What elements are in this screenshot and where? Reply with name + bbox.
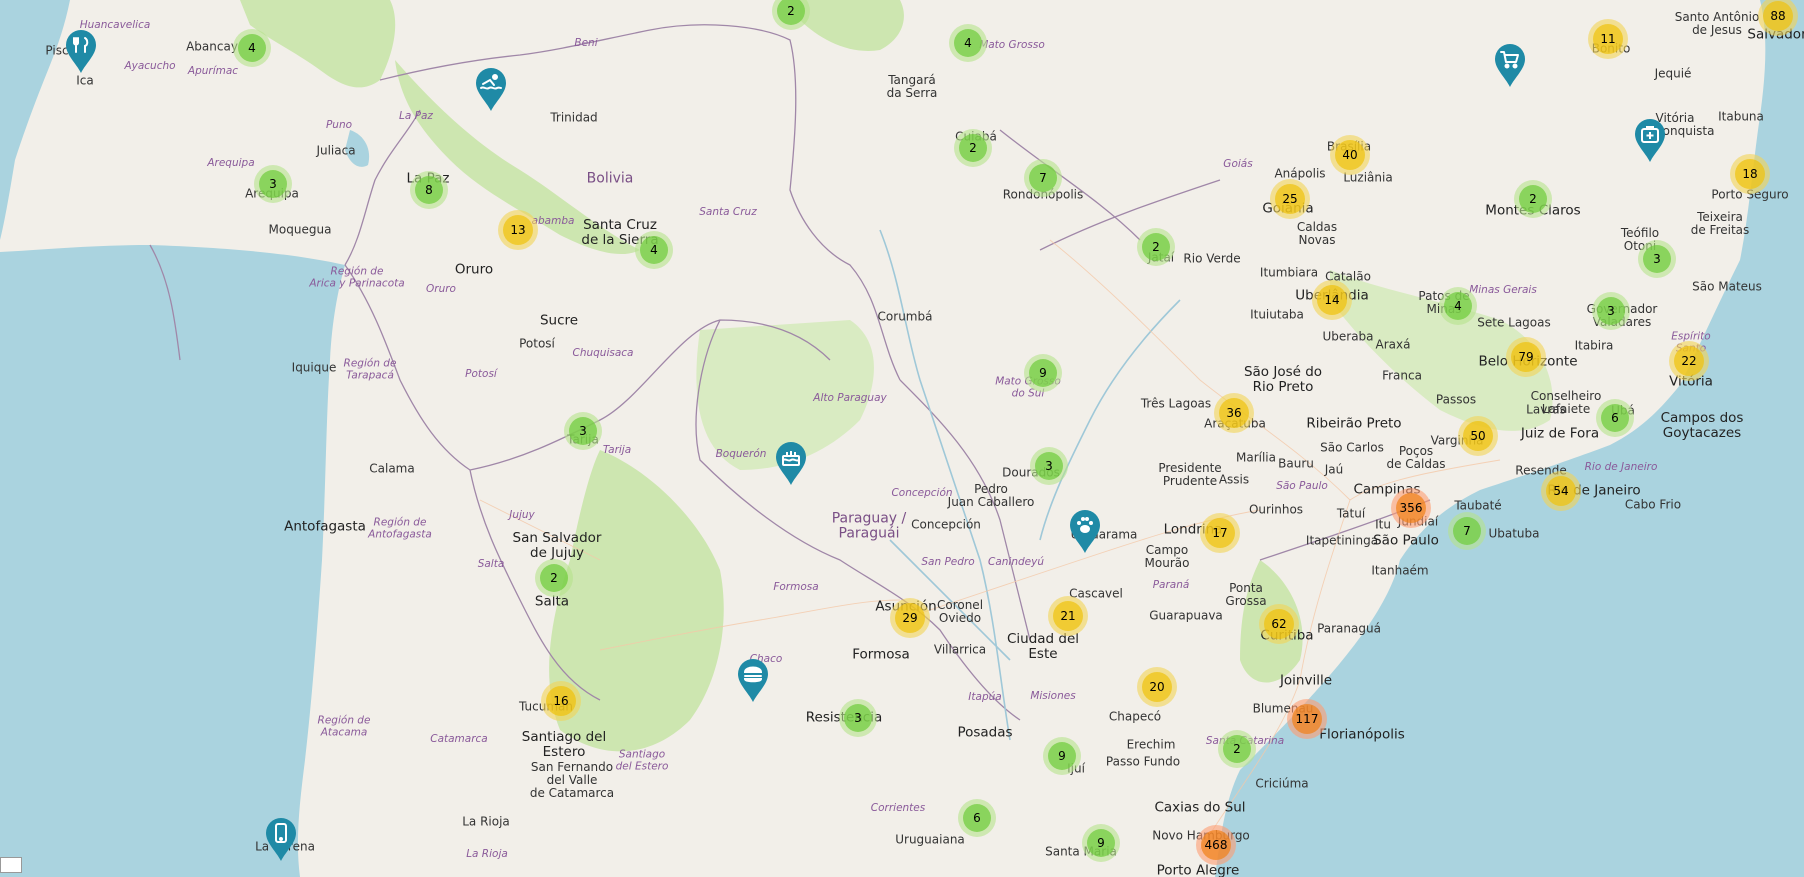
cluster-marker[interactable]: 3 <box>1638 240 1676 278</box>
cluster-count: 468 <box>1201 830 1231 860</box>
cluster-marker[interactable]: 2 <box>954 129 992 167</box>
poi-pin-restaurant[interactable] <box>63 28 99 74</box>
cluster-count: 62 <box>1264 609 1294 639</box>
cluster-marker[interactable]: 9 <box>1082 824 1120 862</box>
cluster-count: 50 <box>1463 421 1493 451</box>
cluster-marker[interactable]: 40 <box>1330 135 1370 175</box>
cluster-marker[interactable]: 3 <box>1592 292 1630 330</box>
poi-pin-fast-food[interactable] <box>735 657 771 703</box>
cluster-count: 7 <box>1029 164 1057 192</box>
cluster-count: 3 <box>1035 452 1063 480</box>
cluster-marker[interactable]: 79 <box>1506 337 1546 377</box>
cluster-marker[interactable]: 356 <box>1391 488 1431 528</box>
cluster-marker[interactable]: 3 <box>564 412 602 450</box>
cluster-marker[interactable]: 9 <box>1024 354 1062 392</box>
cluster-marker[interactable]: 25 <box>1270 179 1310 219</box>
map-corner-widget[interactable] <box>0 857 22 873</box>
cluster-count: 25 <box>1275 184 1305 214</box>
poi-pin-cake[interactable] <box>773 440 809 486</box>
cluster-marker[interactable]: 22 <box>1669 341 1709 381</box>
cluster-count: 14 <box>1317 285 1347 315</box>
cluster-marker[interactable]: 4 <box>1439 287 1477 325</box>
cluster-marker[interactable]: 8 <box>410 171 448 209</box>
cluster-marker[interactable]: 18 <box>1730 154 1770 194</box>
cluster-marker[interactable]: 2 <box>1514 180 1552 218</box>
cluster-count: 20 <box>1142 672 1172 702</box>
cluster-count: 88 <box>1763 1 1793 31</box>
cluster-count: 7 <box>1453 517 1481 545</box>
cluster-count: 4 <box>238 34 266 62</box>
cluster-count: 3 <box>1643 245 1671 273</box>
cluster-count: 2 <box>1142 233 1170 261</box>
cluster-count: 54 <box>1546 476 1576 506</box>
cluster-count: 9 <box>1048 742 1076 770</box>
cluster-count: 2 <box>1519 185 1547 213</box>
cluster-count: 40 <box>1335 140 1365 170</box>
poi-pin-shopping[interactable] <box>1492 42 1528 88</box>
cluster-marker[interactable]: 9 <box>1043 737 1081 775</box>
cluster-count: 22 <box>1674 346 1704 376</box>
cluster-marker[interactable]: 54 <box>1541 471 1581 511</box>
cluster-count: 3 <box>259 170 287 198</box>
map[interactable]: Bolivia Paraguay / Paraguái Huancavelica… <box>0 0 1804 877</box>
cluster-count: 79 <box>1511 342 1541 372</box>
cluster-count: 4 <box>640 236 668 264</box>
cluster-count: 8 <box>415 176 443 204</box>
cluster-marker[interactable]: 62 <box>1259 604 1299 644</box>
poi-pin-medical[interactable] <box>1632 117 1668 163</box>
cluster-count: 2 <box>959 134 987 162</box>
cluster-marker[interactable]: 117 <box>1287 699 1327 739</box>
cluster-count: 3 <box>1597 297 1625 325</box>
cluster-marker[interactable]: 468 <box>1196 825 1236 865</box>
poi-pin-phone-store[interactable] <box>263 816 299 862</box>
cluster-marker[interactable]: 7 <box>1448 512 1486 550</box>
cluster-count: 17 <box>1205 518 1235 548</box>
cluster-count: 356 <box>1396 493 1426 523</box>
cluster-marker[interactable]: 14 <box>1312 280 1352 320</box>
cluster-marker[interactable]: 50 <box>1458 416 1498 456</box>
cluster-count: 3 <box>569 417 597 445</box>
cluster-marker[interactable]: 20 <box>1137 667 1177 707</box>
cluster-marker[interactable]: 16 <box>541 681 581 721</box>
cluster-marker[interactable]: 3 <box>1030 447 1068 485</box>
cluster-count: 36 <box>1219 398 1249 428</box>
cluster-count: 2 <box>540 564 568 592</box>
cluster-count: 3 <box>844 704 872 732</box>
poi-pin-swimming[interactable] <box>473 66 509 112</box>
cluster-marker[interactable]: 4 <box>635 231 673 269</box>
cluster-marker[interactable]: 36 <box>1214 393 1254 433</box>
map-base <box>0 0 1804 877</box>
cluster-marker[interactable]: 7 <box>1024 159 1062 197</box>
cluster-count: 29 <box>895 603 925 633</box>
cluster-count: 9 <box>1029 359 1057 387</box>
cluster-marker[interactable]: 2 <box>1218 730 1256 768</box>
cluster-marker[interactable]: 3 <box>839 699 877 737</box>
poi-pin-pet[interactable] <box>1067 508 1103 554</box>
cluster-count: 11 <box>1593 24 1623 54</box>
cluster-count: 21 <box>1053 601 1083 631</box>
cluster-count: 6 <box>963 804 991 832</box>
cluster-marker[interactable]: 13 <box>498 210 538 250</box>
cluster-count: 13 <box>503 215 533 245</box>
cluster-count: 18 <box>1735 159 1765 189</box>
cluster-count: 2 <box>777 0 805 25</box>
cluster-count: 6 <box>1601 404 1629 432</box>
cluster-count: 9 <box>1087 829 1115 857</box>
cluster-marker[interactable]: 11 <box>1588 19 1628 59</box>
cluster-marker[interactable]: 21 <box>1048 596 1088 636</box>
cluster-marker[interactable]: 6 <box>1596 399 1634 437</box>
cluster-count: 4 <box>954 29 982 57</box>
cluster-count: 2 <box>1223 735 1251 763</box>
cluster-marker[interactable]: 6 <box>958 799 996 837</box>
cluster-count: 117 <box>1292 704 1322 734</box>
cluster-count: 4 <box>1444 292 1472 320</box>
cluster-marker[interactable]: 3 <box>254 165 292 203</box>
cluster-marker[interactable]: 4 <box>949 24 987 62</box>
cluster-marker[interactable]: 17 <box>1200 513 1240 553</box>
cluster-count: 16 <box>546 686 576 716</box>
cluster-marker[interactable]: 29 <box>890 598 930 638</box>
cluster-marker[interactable]: 2 <box>1137 228 1175 266</box>
cluster-marker[interactable]: 4 <box>233 29 271 67</box>
cluster-marker[interactable]: 2 <box>535 559 573 597</box>
